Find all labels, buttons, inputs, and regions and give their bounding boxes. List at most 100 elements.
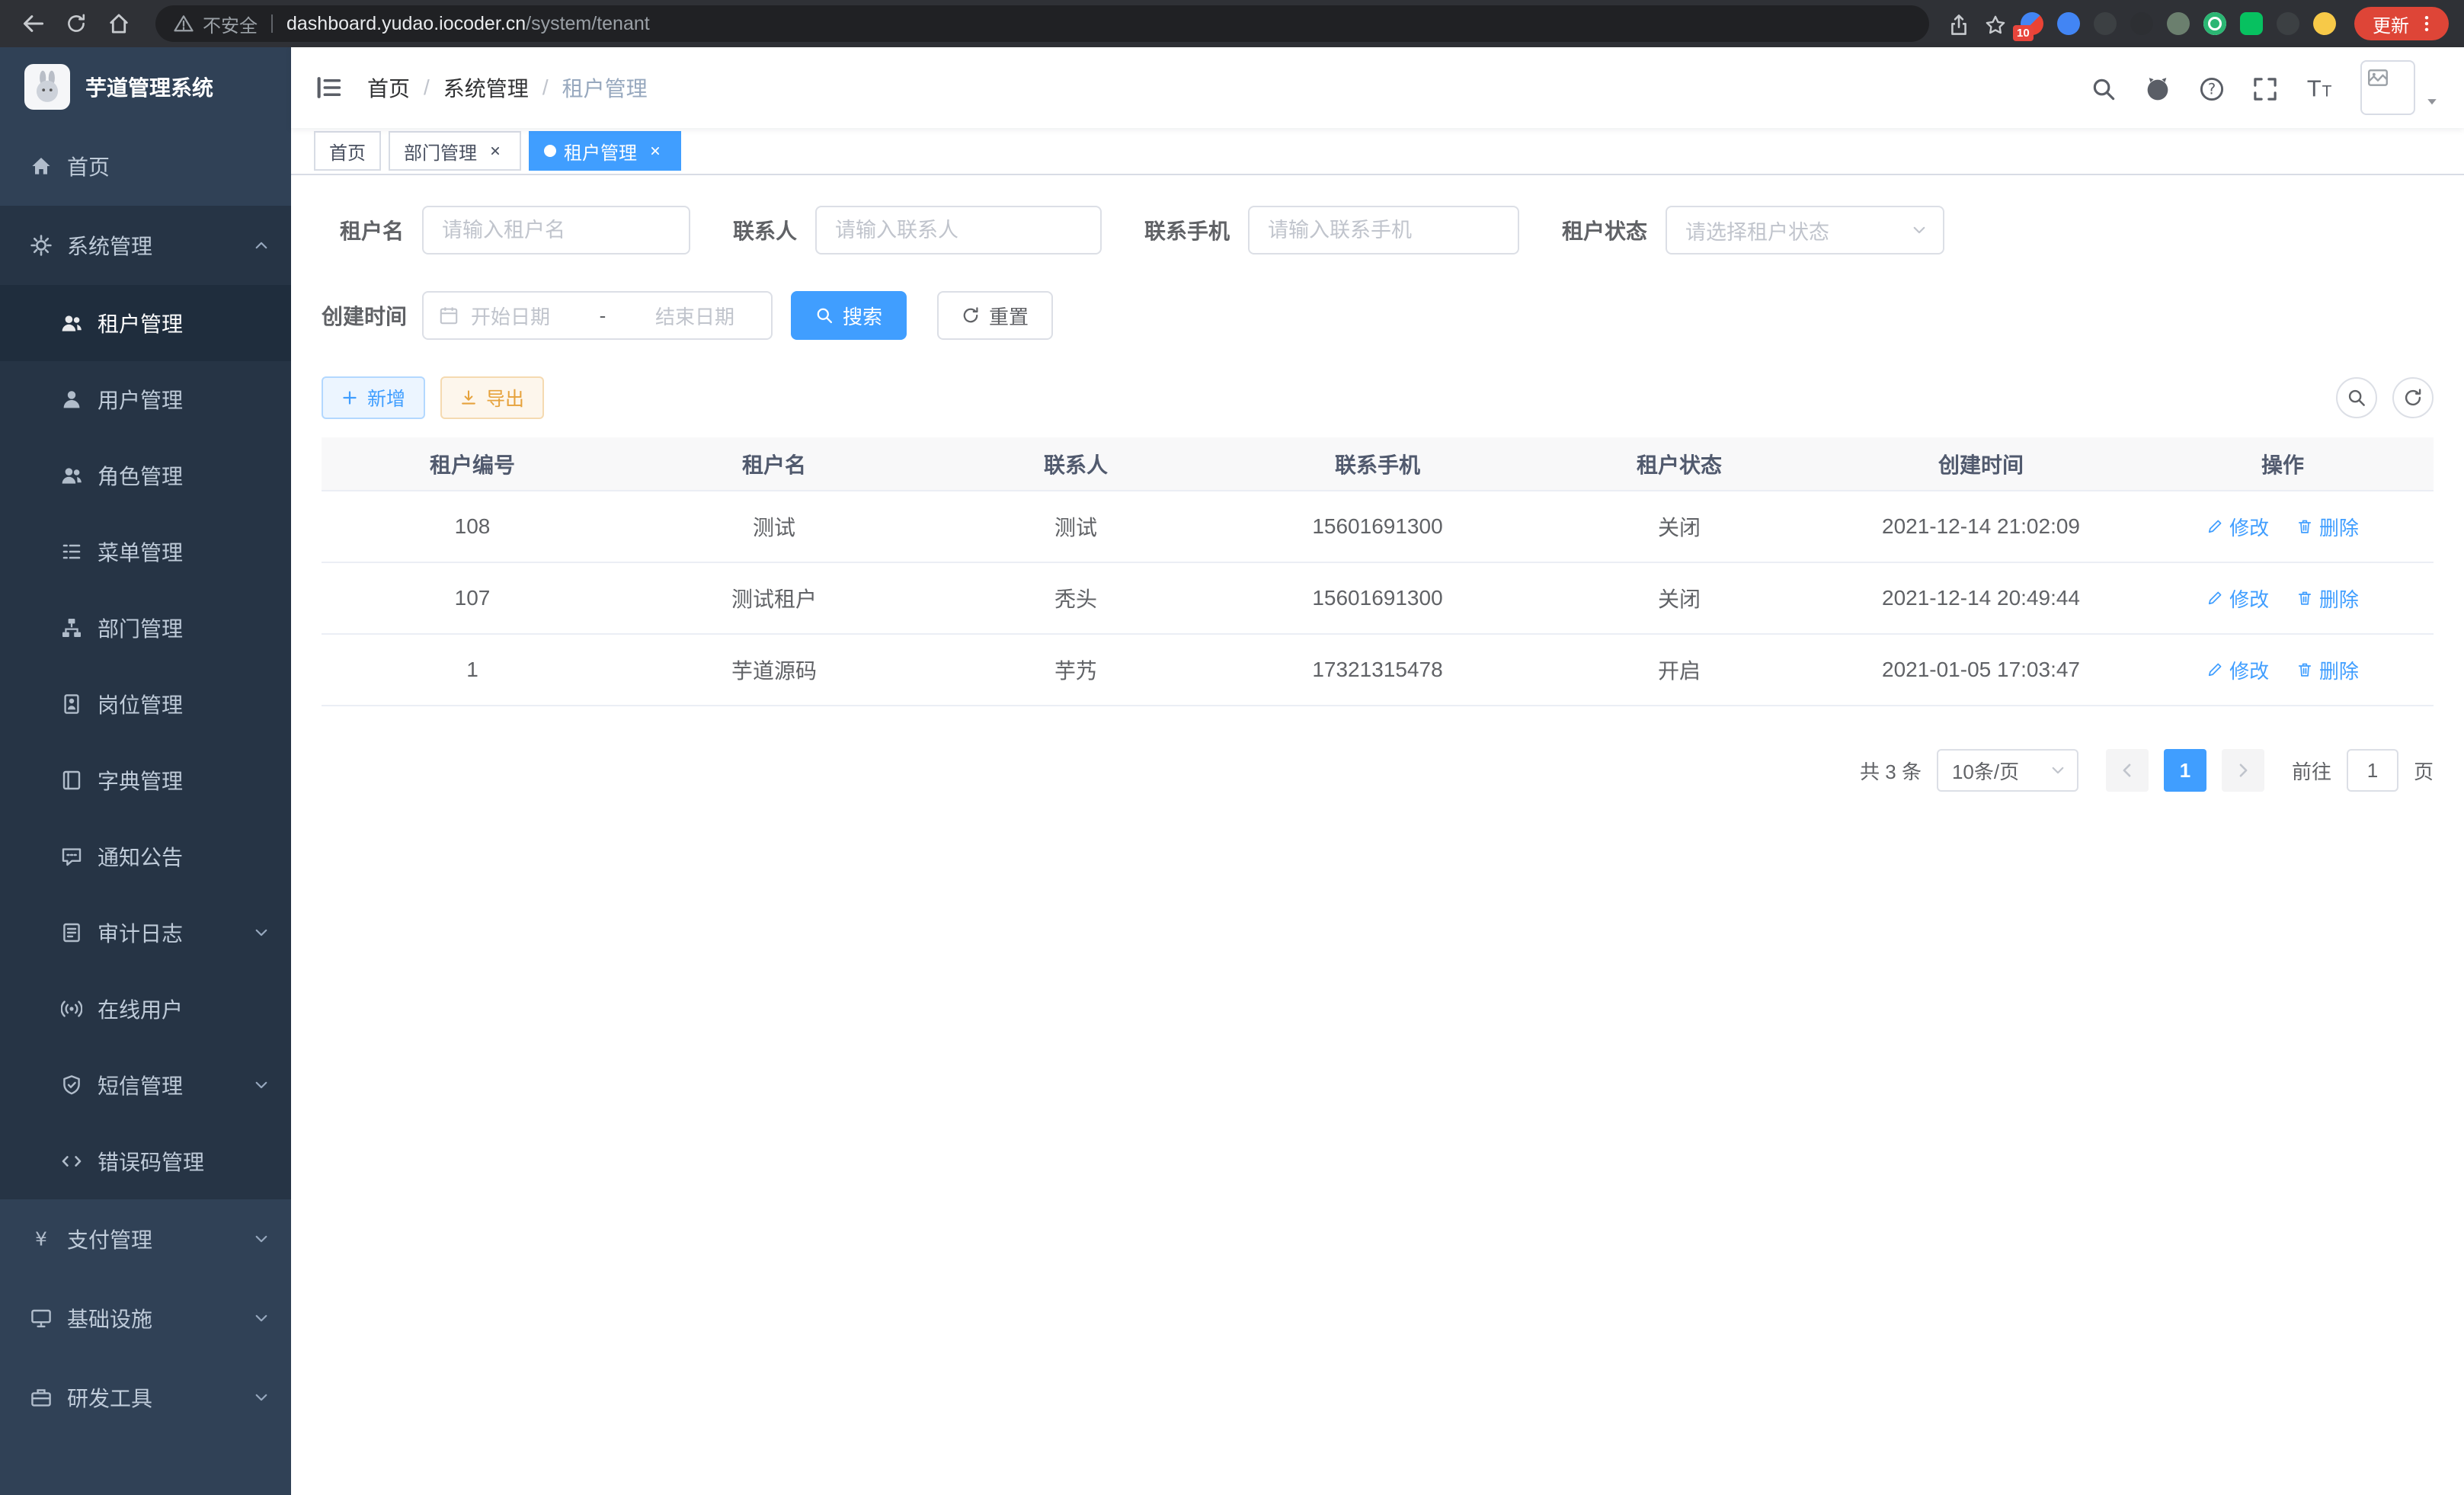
table-cell: 秃头 bbox=[925, 562, 1227, 634]
date-range-picker[interactable]: 开始日期 - 结束日期 bbox=[422, 291, 773, 340]
tab-close-icon[interactable] bbox=[645, 140, 666, 162]
help-button[interactable] bbox=[2199, 73, 2225, 102]
search-icon bbox=[815, 306, 834, 325]
sidebar-item-error-code-management[interactable]: 错误码管理 bbox=[0, 1123, 291, 1199]
sidebar-item-audit-log[interactable]: 审计日志 bbox=[0, 895, 291, 971]
browser-update-button[interactable]: 更新 bbox=[2354, 7, 2449, 40]
list-tree-icon bbox=[61, 541, 82, 562]
tab-tenant-management[interactable]: 租户管理 bbox=[529, 131, 681, 171]
sidebar-item-home[interactable]: 首页 bbox=[0, 126, 291, 206]
bookmark-star-button[interactable] bbox=[1984, 10, 2007, 38]
extension-icon[interactable] bbox=[2130, 12, 2153, 35]
trash-icon bbox=[2296, 518, 2313, 535]
profile-avatar-icon[interactable] bbox=[2313, 12, 2336, 35]
share-button[interactable] bbox=[1947, 10, 1970, 38]
tenant-name-input[interactable] bbox=[422, 206, 690, 255]
github-button[interactable] bbox=[2144, 73, 2171, 103]
edit-button[interactable]: 修改 bbox=[2206, 584, 2269, 613]
page-unit-label: 页 bbox=[2414, 757, 2434, 785]
search-button-label: 搜索 bbox=[843, 302, 882, 330]
sidebar-item-notice[interactable]: 通知公告 bbox=[0, 818, 291, 895]
table-cell-actions: 修改 删除 bbox=[2132, 562, 2434, 634]
export-button[interactable]: 导出 bbox=[440, 376, 544, 419]
extension-icon[interactable] bbox=[2057, 12, 2080, 35]
sidebar-item-sms-management[interactable]: 短信管理 bbox=[0, 1047, 291, 1123]
extension-icon[interactable] bbox=[2240, 12, 2263, 35]
sidebar-item-menu-management[interactable]: 菜单管理 bbox=[0, 514, 291, 590]
sidebar-item-payment-management[interactable]: 支付管理 bbox=[0, 1199, 291, 1279]
fullscreen-button[interactable] bbox=[2252, 73, 2278, 102]
tab-dept-management[interactable]: 部门管理 bbox=[389, 131, 521, 171]
contact-input[interactable] bbox=[815, 206, 1102, 255]
sidebar-item-label: 审计日志 bbox=[98, 917, 183, 948]
add-button[interactable]: 新增 bbox=[322, 376, 425, 419]
column-header-created: 创建时间 bbox=[1830, 437, 2132, 491]
user-menu[interactable] bbox=[2360, 60, 2440, 115]
status-select[interactable]: 请选择租户状态 bbox=[1666, 206, 1944, 255]
header-search-button[interactable] bbox=[2091, 73, 2117, 102]
tab-label: 首页 bbox=[329, 138, 366, 165]
browser-back-button[interactable] bbox=[15, 5, 52, 42]
tab-home[interactable]: 首页 bbox=[314, 131, 381, 171]
breadcrumb-home[interactable]: 首页 bbox=[367, 72, 410, 103]
start-date-placeholder: 开始日期 bbox=[471, 302, 550, 330]
edit-button[interactable]: 修改 bbox=[2206, 656, 2269, 684]
search-button[interactable]: 搜索 bbox=[791, 291, 907, 340]
table-row: 107 测试租户 秃头 15601691300 关闭 2021-12-14 20… bbox=[322, 562, 2434, 634]
toggle-search-button[interactable] bbox=[2336, 377, 2377, 418]
edit-button[interactable]: 修改 bbox=[2206, 513, 2269, 541]
code-icon bbox=[61, 1151, 82, 1172]
extension-icon[interactable] bbox=[2203, 12, 2226, 35]
extension-icon[interactable] bbox=[2167, 12, 2190, 35]
prev-page-button[interactable] bbox=[2106, 749, 2149, 792]
next-page-button[interactable] bbox=[2222, 749, 2264, 792]
filter-tenant-name: 租户名 bbox=[322, 206, 690, 255]
chevron-down-icon bbox=[253, 1389, 270, 1406]
sidebar-item-tenant-management[interactable]: 租户管理 bbox=[0, 285, 291, 361]
user-avatar bbox=[2360, 60, 2415, 115]
app-shell: 芋道管理系统 首页 系统管理 租户管理 用户管理 bbox=[0, 47, 2464, 1495]
reset-button[interactable]: 重置 bbox=[937, 291, 1053, 340]
sidebar-item-role-management[interactable]: 角色管理 bbox=[0, 437, 291, 514]
sidebar-item-online-users[interactable]: 在线用户 bbox=[0, 971, 291, 1047]
sidebar-item-system-management[interactable]: 系统管理 bbox=[0, 206, 291, 285]
sidebar-item-dept-management[interactable]: 部门管理 bbox=[0, 590, 291, 666]
browser-refresh-button[interactable] bbox=[58, 5, 94, 42]
chevron-down-icon bbox=[253, 1231, 270, 1247]
export-button-label: 导出 bbox=[486, 384, 524, 411]
app-logo[interactable]: 芋道管理系统 bbox=[0, 47, 291, 126]
breadcrumb-separator: / bbox=[424, 75, 430, 100]
column-header-status: 租户状态 bbox=[1528, 437, 1830, 491]
sidebar-item-post-management[interactable]: 岗位管理 bbox=[0, 666, 291, 742]
page-size-select[interactable]: 10条/页 bbox=[1937, 749, 2078, 792]
extension-icon[interactable]: 10 bbox=[2021, 12, 2043, 35]
sidebar-item-infrastructure[interactable]: 基础设施 bbox=[0, 1279, 291, 1358]
goto-page-input[interactable] bbox=[2347, 749, 2398, 792]
phone-input[interactable] bbox=[1248, 206, 1519, 255]
sidebar-item-label: 首页 bbox=[67, 151, 110, 181]
refresh-table-button[interactable] bbox=[2392, 377, 2434, 418]
sidebar-item-label: 部门管理 bbox=[98, 613, 183, 643]
sidebar-item-user-management[interactable]: 用户管理 bbox=[0, 361, 291, 437]
reset-button-label: 重置 bbox=[989, 302, 1029, 330]
users-icon bbox=[61, 465, 82, 486]
browser-home-button[interactable] bbox=[101, 5, 137, 42]
delete-button[interactable]: 删除 bbox=[2296, 584, 2359, 613]
breadcrumb-system[interactable]: 系统管理 bbox=[443, 72, 529, 103]
table-header-row: 租户编号 租户名 联系人 联系手机 租户状态 创建时间 操作 bbox=[322, 437, 2434, 491]
chevron-up-icon bbox=[253, 237, 270, 254]
font-size-button[interactable] bbox=[2306, 73, 2333, 103]
sidebar-item-dev-tools[interactable]: 研发工具 bbox=[0, 1358, 291, 1437]
address-bar[interactable]: 不安全 dashboard.yudao.iocoder.cn /system/t… bbox=[155, 5, 1929, 42]
sidebar-toggle-button[interactable] bbox=[315, 74, 343, 101]
sidebar-item-dict-management[interactable]: 字典管理 bbox=[0, 742, 291, 818]
tab-close-icon[interactable] bbox=[485, 140, 506, 162]
extension-icon[interactable] bbox=[2094, 12, 2117, 35]
url-path: /system/tenant bbox=[526, 13, 650, 35]
page-number-button[interactable]: 1 bbox=[2164, 749, 2206, 792]
puzzle-extension-icon[interactable] bbox=[2277, 12, 2299, 35]
delete-button[interactable]: 删除 bbox=[2296, 513, 2359, 541]
delete-button[interactable]: 删除 bbox=[2296, 656, 2359, 684]
chevron-down-icon bbox=[2050, 762, 2066, 779]
table-row: 108 测试 测试 15601691300 关闭 2021-12-14 21:0… bbox=[322, 491, 2434, 562]
